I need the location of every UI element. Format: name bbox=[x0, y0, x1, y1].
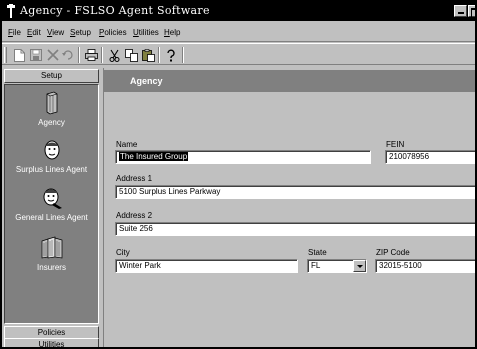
nav-utilities-button[interactable]: Utilities bbox=[4, 338, 99, 347]
name-label: Name bbox=[116, 140, 138, 149]
copy-icon[interactable] bbox=[123, 47, 139, 63]
menu-edit[interactable]: Edit bbox=[27, 28, 41, 37]
insurers-icon bbox=[41, 236, 62, 259]
new-icon[interactable] bbox=[11, 47, 27, 63]
zip-field[interactable]: 32015-5100 bbox=[375, 259, 475, 273]
address2-label: Address 2 bbox=[116, 211, 153, 220]
app-window: Agency - FSLSO Agent Software File Edit … bbox=[0, 0, 477, 349]
address1-field[interactable]: 5100 Surplus Lines Parkway bbox=[115, 185, 475, 199]
state-value: FL bbox=[311, 261, 321, 270]
name-field[interactable]: The Insured Group bbox=[115, 150, 371, 164]
agency-icon bbox=[46, 91, 57, 115]
toolbar-separator bbox=[101, 47, 103, 63]
save-icon[interactable] bbox=[28, 47, 44, 63]
paste-icon[interactable] bbox=[140, 47, 156, 63]
window-title: Agency - FSLSO Agent Software bbox=[20, 4, 210, 17]
menu-setup[interactable]: Setup bbox=[70, 28, 91, 37]
address1-label: Address 1 bbox=[116, 174, 153, 183]
help-icon[interactable] bbox=[163, 47, 179, 63]
state-label: State bbox=[308, 248, 327, 257]
general-lines-agent-icon bbox=[43, 188, 62, 209]
agency-form: Agency Name The Insured Group FEIN 21007… bbox=[103, 68, 475, 347]
undo-icon[interactable] bbox=[60, 47, 76, 63]
cut-icon[interactable] bbox=[106, 47, 122, 63]
form-header: Agency bbox=[104, 70, 475, 92]
state-select[interactable]: FL bbox=[307, 259, 367, 273]
zip-label: ZIP Code bbox=[376, 248, 410, 257]
minimize-button[interactable] bbox=[454, 5, 467, 17]
toolbar bbox=[2, 43, 475, 65]
nav-item-agency[interactable]: Agency bbox=[5, 91, 98, 128]
toolbar-separator bbox=[78, 47, 80, 63]
chevron-down-icon[interactable] bbox=[353, 260, 366, 272]
fein-label: FEIN bbox=[386, 140, 405, 149]
toolbar-separator bbox=[158, 47, 160, 63]
print-icon[interactable] bbox=[83, 47, 99, 63]
toolbar-grip[interactable] bbox=[4, 47, 7, 63]
surplus-lines-agent-icon bbox=[44, 140, 59, 160]
name-value: The Insured Group bbox=[119, 152, 189, 161]
city-field[interactable]: Winter Park bbox=[115, 259, 298, 273]
form-title: Agency bbox=[130, 76, 163, 86]
nav-item-surplus-lines-agent[interactable]: Surplus Lines Agent bbox=[5, 138, 98, 175]
title-bar[interactable]: Agency - FSLSO Agent Software bbox=[2, 2, 475, 21]
nav-item-general-lines-agent[interactable]: General Lines Agent bbox=[5, 186, 98, 223]
fein-field[interactable]: 210078956 bbox=[385, 150, 475, 164]
nav-item-label: Agency bbox=[38, 118, 65, 127]
nav-panel: Agency Surplus Lines Agent General Lines… bbox=[4, 84, 99, 324]
maximize-button[interactable] bbox=[468, 5, 475, 18]
navigation-pane: Setup Agency Surplus Lines Agent General… bbox=[2, 68, 101, 347]
address2-field[interactable]: Suite 256 bbox=[115, 222, 475, 236]
nav-item-insurers[interactable]: Insurers bbox=[5, 236, 98, 273]
city-label: City bbox=[116, 248, 130, 257]
menu-help[interactable]: Help bbox=[164, 28, 180, 37]
app-icon bbox=[7, 4, 15, 18]
toolbar-separator bbox=[182, 47, 184, 63]
nav-setup-button[interactable]: Setup bbox=[4, 69, 99, 83]
menu-file[interactable]: File bbox=[8, 28, 21, 37]
menu-utilities[interactable]: Utilities bbox=[133, 28, 159, 37]
nav-item-label: Surplus Lines Agent bbox=[15, 165, 88, 174]
nav-item-label: Insurers bbox=[37, 263, 66, 272]
menu-bar: File Edit View Setup Policies Utilities … bbox=[2, 24, 475, 42]
menu-policies[interactable]: Policies bbox=[99, 28, 127, 37]
nav-item-label: General Lines Agent bbox=[15, 213, 88, 222]
delete-icon[interactable] bbox=[45, 47, 61, 63]
menu-view[interactable]: View bbox=[47, 28, 64, 37]
